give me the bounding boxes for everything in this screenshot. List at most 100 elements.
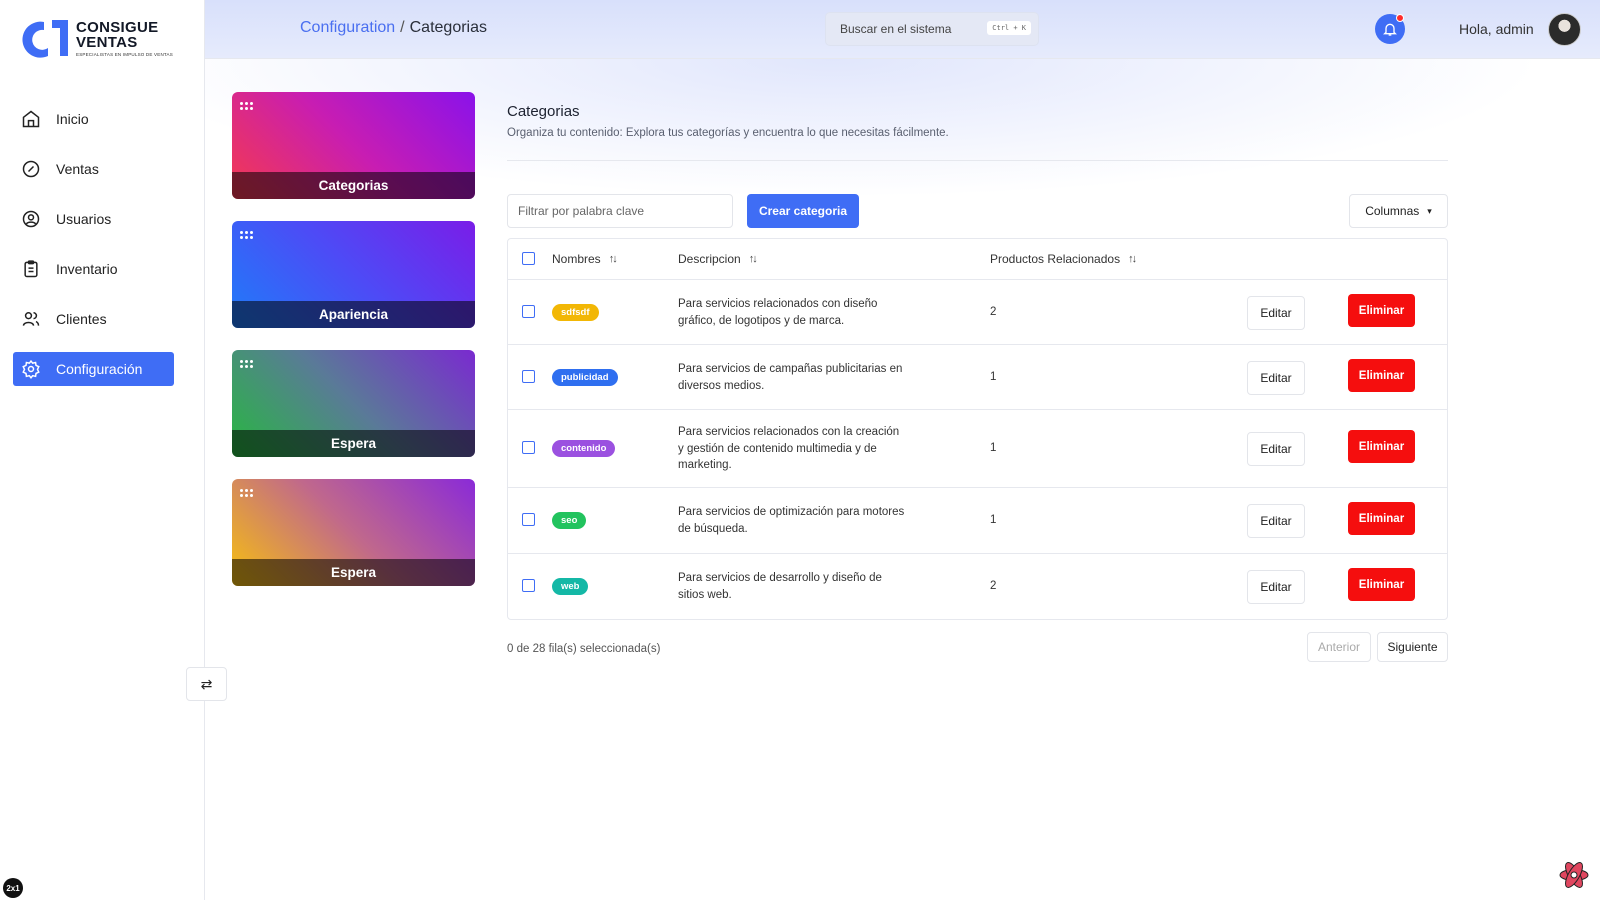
card-label: Categorias bbox=[232, 172, 475, 199]
products-count: 1 bbox=[990, 514, 997, 526]
edit-button[interactable]: Editar bbox=[1247, 361, 1305, 395]
grid-dots-icon bbox=[240, 489, 254, 497]
grid-dots-icon bbox=[240, 360, 254, 368]
grid-dots-icon bbox=[240, 231, 254, 239]
edit-button[interactable]: Editar bbox=[1247, 432, 1305, 466]
card-categorias[interactable]: Categorias bbox=[232, 92, 475, 199]
sidebar-item-inventario[interactable]: Inventario bbox=[13, 252, 174, 286]
column-header-description[interactable]: Descripcion ↑↓ bbox=[678, 252, 758, 266]
sidebar-item-label: Usuarios bbox=[56, 211, 112, 227]
category-tag: publicidad bbox=[552, 369, 618, 386]
table-row: publicidad Para servicios de campañas pu… bbox=[508, 345, 1447, 410]
breadcrumb-parent[interactable]: Configuration bbox=[300, 19, 395, 36]
delete-button[interactable]: Eliminar bbox=[1348, 430, 1415, 463]
category-description: Para servicios de desarrollo y diseño de… bbox=[678, 572, 882, 601]
sidebar-item-clientes[interactable]: Clientes bbox=[13, 302, 174, 336]
notification-dot bbox=[1396, 14, 1404, 22]
sidebar-item-inicio[interactable]: Inicio bbox=[13, 102, 174, 136]
columns-button[interactable]: Columnas ▾ bbox=[1349, 194, 1448, 228]
table-footer: 0 de 28 fila(s) seleccionada(s) Anterior… bbox=[507, 632, 1448, 666]
notifications-button[interactable] bbox=[1375, 14, 1405, 44]
category-description: Para servicios de optimización para moto… bbox=[678, 506, 905, 535]
sidebar-item-label: Inventario bbox=[56, 261, 118, 277]
sidebar-item-label: Configuración bbox=[56, 361, 143, 377]
brand-line-1: CONSIGUE bbox=[76, 19, 159, 37]
search-shortcut: Ctrl + K bbox=[987, 21, 1031, 35]
bell-icon bbox=[1383, 23, 1397, 36]
categories-table: Nombres ↑↓ Descripcion ↑↓ Productos Relaci… bbox=[507, 238, 1448, 620]
edit-button[interactable]: Editar bbox=[1247, 504, 1305, 538]
clipboard-icon bbox=[21, 259, 41, 279]
main-content: Categorias Organiza tu contenido: Explor… bbox=[507, 100, 1448, 666]
card-label: Espera bbox=[232, 559, 475, 586]
grid-dots-icon bbox=[240, 102, 254, 110]
select-all-checkbox[interactable] bbox=[522, 252, 535, 265]
table-row: contenido Para servicios relacionados co… bbox=[508, 410, 1447, 488]
brand-logo[interactable]: CONSIGUE VENTAS ESPECIALISTAS EN IMPULSO… bbox=[18, 16, 173, 62]
column-header-products[interactable]: Productos Relacionados ↑↓ bbox=[990, 252, 1137, 266]
sidebar-item-label: Clientes bbox=[56, 311, 107, 327]
row-checkbox[interactable] bbox=[522, 370, 535, 383]
search-placeholder: Buscar en el sistema bbox=[840, 22, 952, 36]
selection-count: 0 de 28 fila(s) seleccionada(s) bbox=[507, 643, 661, 655]
user-greeting: Hola, admin bbox=[1459, 21, 1534, 37]
table-toolbar: Crear categoria Columnas ▾ bbox=[507, 194, 1448, 228]
table-row: seo Para servicios de optimización para … bbox=[508, 488, 1447, 554]
card-label: Apariencia bbox=[232, 301, 475, 328]
column-header-label: Nombres bbox=[552, 252, 601, 266]
column-header-label: Descripcion bbox=[678, 252, 741, 266]
category-description: Para servicios relacionados con la creac… bbox=[678, 426, 900, 471]
row-checkbox[interactable] bbox=[522, 513, 535, 526]
sidebar-nav: Inicio Ventas Usuarios Inventario Client… bbox=[13, 102, 174, 402]
row-checkbox[interactable] bbox=[522, 441, 535, 454]
row-checkbox[interactable] bbox=[522, 579, 535, 592]
delete-button[interactable]: Eliminar bbox=[1348, 359, 1415, 392]
sidebar-toggle-button[interactable]: ⇄ bbox=[186, 667, 227, 701]
delete-button[interactable]: Eliminar bbox=[1348, 568, 1415, 601]
card-espera-2[interactable]: Espera bbox=[232, 479, 475, 586]
category-tag: seo bbox=[552, 512, 587, 529]
promo-badge[interactable]: 2x1 bbox=[3, 878, 23, 898]
sidebar-item-usuarios[interactable]: Usuarios bbox=[13, 202, 174, 236]
card-espera-1[interactable]: Espera bbox=[232, 350, 475, 457]
sidebar-item-ventas[interactable]: Ventas bbox=[13, 152, 174, 186]
gear-icon bbox=[21, 359, 41, 379]
edit-button[interactable]: Editar bbox=[1247, 570, 1305, 604]
user-circle-icon bbox=[21, 209, 41, 229]
table-row: web Para servicios de desarrollo y diseñ… bbox=[508, 554, 1447, 619]
products-count: 2 bbox=[990, 306, 997, 318]
divider bbox=[507, 160, 1448, 161]
delete-button[interactable]: Eliminar bbox=[1348, 294, 1415, 327]
column-header-name[interactable]: Nombres ↑↓ bbox=[552, 252, 618, 266]
table-row: sdfsdf Para servicios relacionados con d… bbox=[508, 280, 1447, 345]
top-header: Configuration / Categorias Buscar en el si… bbox=[205, 0, 1600, 59]
react-devtools-icon[interactable] bbox=[1557, 858, 1591, 892]
category-description: Para servicios relacionados con diseño g… bbox=[678, 298, 878, 327]
card-apariencia[interactable]: Apariencia bbox=[232, 221, 475, 328]
chevron-down-icon: ▾ bbox=[1427, 205, 1432, 216]
edit-button[interactable]: Editar bbox=[1247, 296, 1305, 330]
home-icon bbox=[21, 109, 41, 129]
users-icon bbox=[21, 309, 41, 329]
category-tag: sdfsdf bbox=[552, 304, 599, 321]
sort-icon: ↑↓ bbox=[608, 253, 618, 265]
sidebar-item-label: Ventas bbox=[56, 161, 99, 177]
category-tag: web bbox=[552, 578, 589, 595]
filter-input[interactable] bbox=[507, 194, 733, 228]
swap-arrows-icon: ⇄ bbox=[200, 675, 213, 692]
sort-icon: ↑↓ bbox=[748, 253, 758, 265]
products-count: 1 bbox=[990, 442, 997, 454]
page-description: Organiza tu contenido: Explora tus categ… bbox=[507, 127, 949, 139]
create-category-button[interactable]: Crear categoria bbox=[747, 194, 859, 228]
brand-line-2: VENTAS bbox=[76, 34, 138, 52]
search-box[interactable]: Buscar en el sistema Ctrl + K bbox=[825, 12, 1039, 46]
card-label: Espera bbox=[232, 430, 475, 457]
next-page-button[interactable]: Siguiente bbox=[1377, 632, 1448, 662]
delete-button[interactable]: Eliminar bbox=[1348, 502, 1415, 535]
percent-circle-icon bbox=[21, 159, 41, 179]
sidebar-item-configuracion[interactable]: Configuración bbox=[13, 352, 174, 386]
row-checkbox[interactable] bbox=[522, 305, 535, 318]
sidebar-item-label: Inicio bbox=[56, 111, 89, 127]
avatar[interactable] bbox=[1548, 13, 1581, 46]
previous-page-button[interactable]: Anterior bbox=[1307, 632, 1371, 662]
